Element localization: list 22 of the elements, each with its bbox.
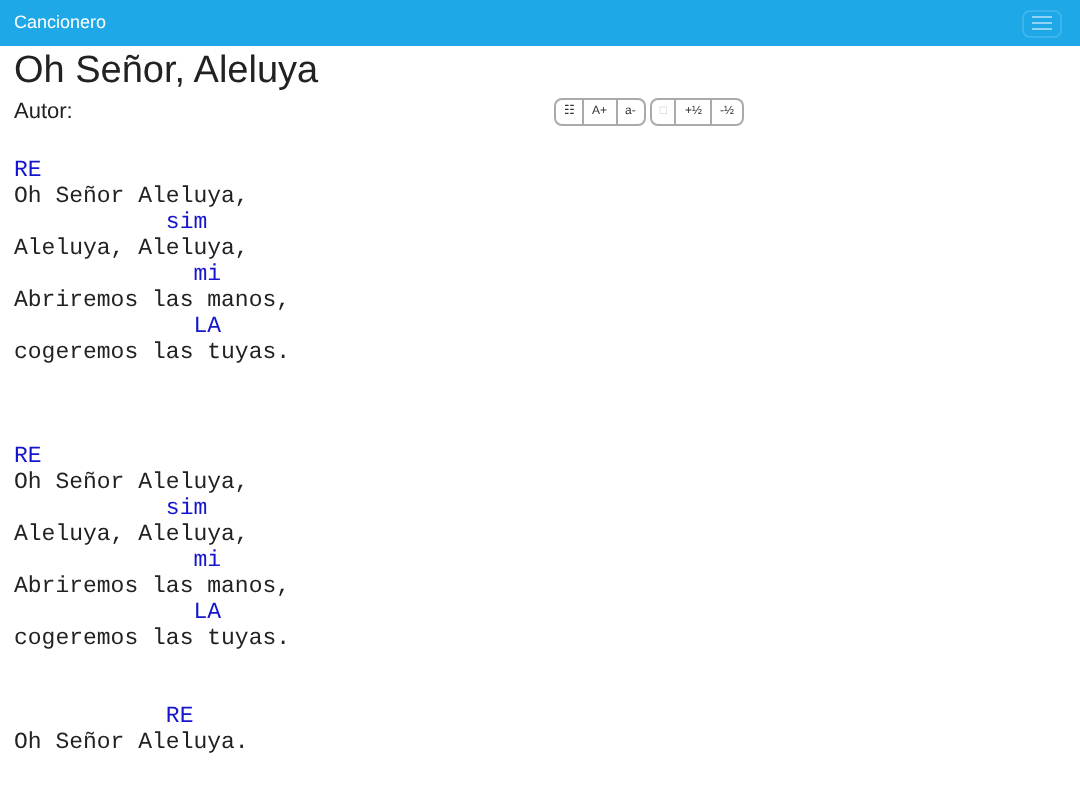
lyric-line: Oh Señor Aleluya, — [14, 184, 249, 210]
lyric-line: Aleluya, Aleluya, — [14, 522, 249, 548]
song-title: Oh Señor, Aleluya — [14, 50, 321, 94]
menu-icon — [1032, 16, 1052, 30]
author-label: Autor: — [14, 97, 75, 128]
lyric-line: Abriremos las manos, — [14, 574, 291, 600]
chord: LA — [192, 314, 222, 340]
lyric-line: Oh Señor Aleluya, — [14, 470, 249, 496]
lyric-line: cogeremos las tuyas. — [14, 626, 291, 652]
lyric-line: Oh Señor Aleluya. — [14, 730, 249, 756]
menu-button[interactable] — [1022, 9, 1062, 37]
chord: RE — [14, 158, 42, 184]
chord: sim — [163, 496, 208, 522]
chord: LA — [192, 600, 222, 626]
chord: mi — [192, 548, 222, 574]
lyric-line: cogeremos las tuyas. — [14, 340, 291, 366]
chord: sim — [163, 210, 208, 236]
lyric-line: Aleluya, Aleluya, — [14, 236, 249, 262]
chord: RE — [163, 704, 194, 730]
chord: mi — [192, 262, 222, 288]
chord: RE — [14, 444, 42, 470]
lyric-line: Abriremos las manos, — [14, 288, 291, 314]
